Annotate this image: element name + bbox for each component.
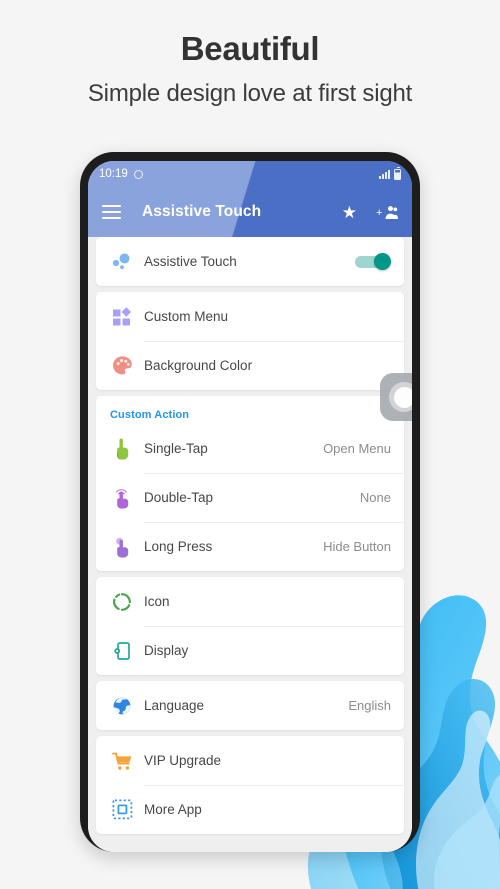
row-icon[interactable]: Icon	[96, 577, 404, 626]
double-tap-hand-icon	[110, 486, 134, 510]
single-tap-hand-icon	[110, 437, 134, 461]
row-label: More App	[144, 802, 202, 817]
settings-list[interactable]: Assistive Touch Custom Menu Background C…	[88, 237, 412, 852]
assistive-touch-ring	[389, 382, 412, 412]
row-double-tap[interactable]: Double-Tap None	[96, 473, 404, 522]
hamburger-menu-icon[interactable]	[102, 205, 121, 219]
palette-icon	[110, 354, 134, 378]
row-assistive-touch[interactable]: Assistive Touch	[96, 237, 404, 286]
row-background-color[interactable]: Background Color	[96, 341, 404, 390]
row-label: Custom Menu	[144, 309, 229, 324]
page-subtitle: Simple design love at first sight	[87, 80, 413, 107]
globe-icon	[110, 694, 134, 718]
add-people-icon[interactable]: +	[376, 204, 398, 220]
row-value: Hide Button	[323, 539, 391, 554]
star-icon[interactable]: ★	[342, 204, 357, 221]
assistive-touch-toggle[interactable]	[355, 253, 391, 270]
row-more-app[interactable]: More App	[96, 785, 404, 834]
phone-screen: 10:19 Assistive Touch ★ + Assistive Touc…	[88, 161, 412, 852]
row-value: None	[359, 490, 391, 505]
grid-shapes-icon	[110, 305, 134, 329]
card-language: Language English	[96, 681, 404, 730]
row-long-press[interactable]: Long Press Hide Button	[96, 522, 404, 571]
row-label: Single-Tap	[144, 441, 208, 456]
assistive-touch-core	[393, 386, 412, 408]
battery-icon	[394, 166, 401, 180]
row-vip-upgrade[interactable]: VIP Upgrade	[96, 736, 404, 785]
svg-text:+: +	[376, 207, 382, 219]
long-press-hand-icon	[110, 535, 134, 559]
promo-screenshot: Beautiful Simple design love at first si…	[0, 0, 500, 889]
shopping-cart-icon	[110, 749, 134, 773]
row-label: Long Press	[144, 539, 213, 554]
row-label: Assistive Touch	[144, 254, 237, 269]
page-title: Beautiful	[180, 30, 320, 67]
row-label: Language	[144, 698, 205, 713]
app-bar-title: Assistive Touch	[142, 203, 262, 220]
row-label: Background Color	[144, 358, 253, 373]
row-label: Icon	[144, 594, 170, 609]
card-extras: VIP Upgrade More App	[96, 736, 404, 834]
signal-bars-icon	[379, 169, 390, 179]
row-label: VIP Upgrade	[144, 753, 222, 768]
card-icon-display: Icon Display	[96, 577, 404, 675]
app-bar: Assistive Touch ★ +	[88, 187, 412, 237]
circle-outline-icon	[133, 169, 143, 179]
display-settings-icon	[110, 639, 134, 663]
status-bar: 10:19	[88, 161, 412, 187]
row-display[interactable]: Display	[96, 626, 404, 675]
row-label: Double-Tap	[144, 490, 214, 505]
assistive-touch-floating-button[interactable]	[380, 373, 412, 421]
row-label: Display	[144, 643, 189, 658]
dashed-square-icon	[110, 798, 134, 822]
row-language[interactable]: Language English	[96, 681, 404, 730]
card-assistive-touch: Assistive Touch	[96, 237, 404, 286]
row-single-tap[interactable]: Single-Tap Open Menu	[96, 424, 404, 473]
row-value: Open Menu	[323, 441, 391, 456]
bubbles-icon	[110, 250, 134, 274]
row-value: English	[348, 698, 391, 713]
card-custom-action: Custom Action Single-Tap Open Menu Doubl…	[96, 396, 404, 571]
card-appearance: Custom Menu Background Color	[96, 292, 404, 390]
section-title-custom-action: Custom Action	[110, 409, 190, 421]
status-time: 10:19	[99, 168, 128, 180]
row-custom-menu[interactable]: Custom Menu	[96, 292, 404, 341]
phone-frame: 10:19 Assistive Touch ★ + Assistive Touc…	[80, 152, 420, 852]
refresh-circle-icon	[110, 590, 134, 614]
